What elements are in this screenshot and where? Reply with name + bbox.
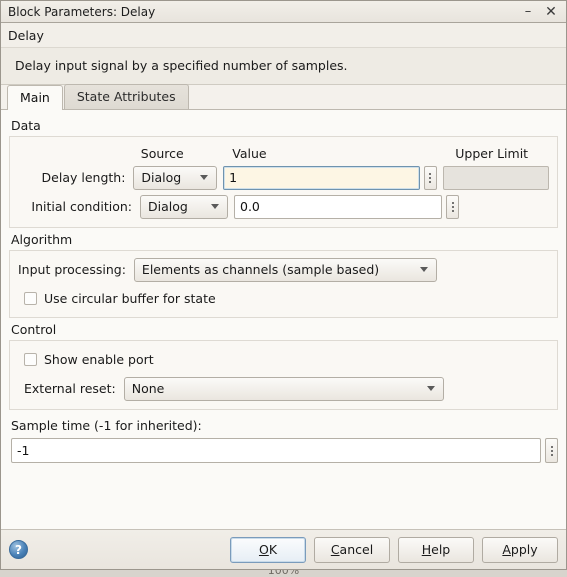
show-enable-port-checkbox[interactable] (24, 352, 37, 366)
control-group: Control Show enable port External reset:… (9, 320, 558, 410)
sample-time-section: Sample time (-1 for inherited): -1 (9, 412, 558, 463)
data-header-row: Source Value Upper Limit (18, 143, 549, 163)
show-enable-port-row[interactable]: Show enable port (18, 348, 549, 370)
data-group-box: Source Value Upper Limit Delay length: D… (9, 136, 558, 228)
sample-time-input[interactable]: -1 (11, 438, 541, 463)
tab-strip: Main State Attributes (1, 84, 566, 110)
circular-buffer-row[interactable]: Use circular buffer for state (18, 287, 549, 309)
column-header-value: Value (232, 145, 267, 161)
close-icon[interactable]: ✕ (540, 1, 566, 22)
show-enable-port-label: Show enable port (44, 351, 154, 367)
help-icon[interactable]: ? (9, 540, 28, 559)
column-header-upper-limit: Upper Limit (455, 145, 529, 161)
circular-buffer-checkbox[interactable] (24, 291, 37, 305)
dialog-footer: ? OK Cancel Help Apply (1, 529, 566, 569)
cancel-button[interactable]: Cancel (314, 536, 390, 563)
external-reset-row: External reset: None (18, 376, 549, 401)
column-header-source: Source (140, 145, 184, 161)
input-processing-value: Elements as channels (sample based) (141, 262, 380, 277)
ok-button[interactable]: OK (230, 536, 306, 563)
tab-panel-main: Data Source Value Upper Limit Delay leng… (1, 110, 566, 529)
circular-buffer-label: Use circular buffer for state (44, 290, 216, 306)
initial-condition-row: Initial condition: Dialog 0.0 (18, 194, 549, 219)
block-name: Delay (1, 23, 566, 47)
delay-length-source-value: Dialog (141, 170, 182, 185)
delay-length-value-input[interactable]: 1 (223, 165, 420, 190)
chevron-down-icon (200, 175, 209, 180)
delay-length-upper-limit-input[interactable] (442, 165, 550, 190)
delay-length-options-icon[interactable] (423, 165, 437, 190)
input-processing-label: Input processing: (18, 262, 126, 277)
sample-time-label: Sample time (-1 for inherited): (11, 418, 202, 433)
sample-time-row: -1 (11, 438, 558, 463)
control-group-title: Control (11, 322, 57, 337)
external-reset-value: None (131, 381, 165, 396)
delay-length-source-select[interactable]: Dialog (133, 165, 218, 190)
initial-condition-label: Initial condition: (31, 199, 132, 214)
input-processing-row: Input processing: Elements as channels (… (18, 257, 549, 282)
sample-time-options-icon[interactable] (545, 438, 558, 463)
initial-condition-value-input[interactable]: 0.0 (234, 194, 442, 219)
delay-length-row: Delay length: Dialog 1 (18, 165, 550, 190)
help-button[interactable]: Help (398, 536, 474, 563)
block-parameters-dialog: Block Parameters: Delay – ✕ Delay Delay … (0, 0, 567, 570)
chevron-down-icon (211, 204, 219, 209)
algorithm-group-box: Input processing: Elements as channels (… (9, 250, 558, 318)
block-description: Delay input signal by a specified number… (1, 47, 566, 85)
title-bar: Block Parameters: Delay – ✕ (1, 1, 566, 23)
delay-length-label: Delay length: (41, 170, 126, 185)
external-reset-label: External reset: (24, 381, 116, 396)
window-title: Block Parameters: Delay (8, 4, 156, 19)
control-group-box: Show enable port External reset: None (9, 340, 558, 410)
minimize-icon[interactable]: – (516, 1, 540, 22)
initial-condition-source-select[interactable]: Dialog (140, 194, 228, 219)
tab-state-attributes[interactable]: State Attributes (63, 84, 189, 109)
initial-condition-source-value: Dialog (148, 199, 188, 214)
input-processing-select[interactable]: Elements as channels (sample based) (133, 257, 437, 282)
apply-button[interactable]: Apply (482, 536, 558, 563)
data-group-title: Data (11, 118, 41, 133)
data-group: Data Source Value Upper Limit Delay leng… (9, 116, 558, 228)
chevron-down-icon (426, 386, 435, 391)
algorithm-group-title: Algorithm (11, 232, 73, 247)
tab-main[interactable]: Main (7, 85, 63, 110)
chevron-down-icon (419, 267, 428, 272)
algorithm-group: Algorithm Input processing: Elements as … (9, 230, 558, 318)
initial-condition-options-icon[interactable] (446, 194, 459, 219)
external-reset-select[interactable]: None (123, 376, 444, 401)
